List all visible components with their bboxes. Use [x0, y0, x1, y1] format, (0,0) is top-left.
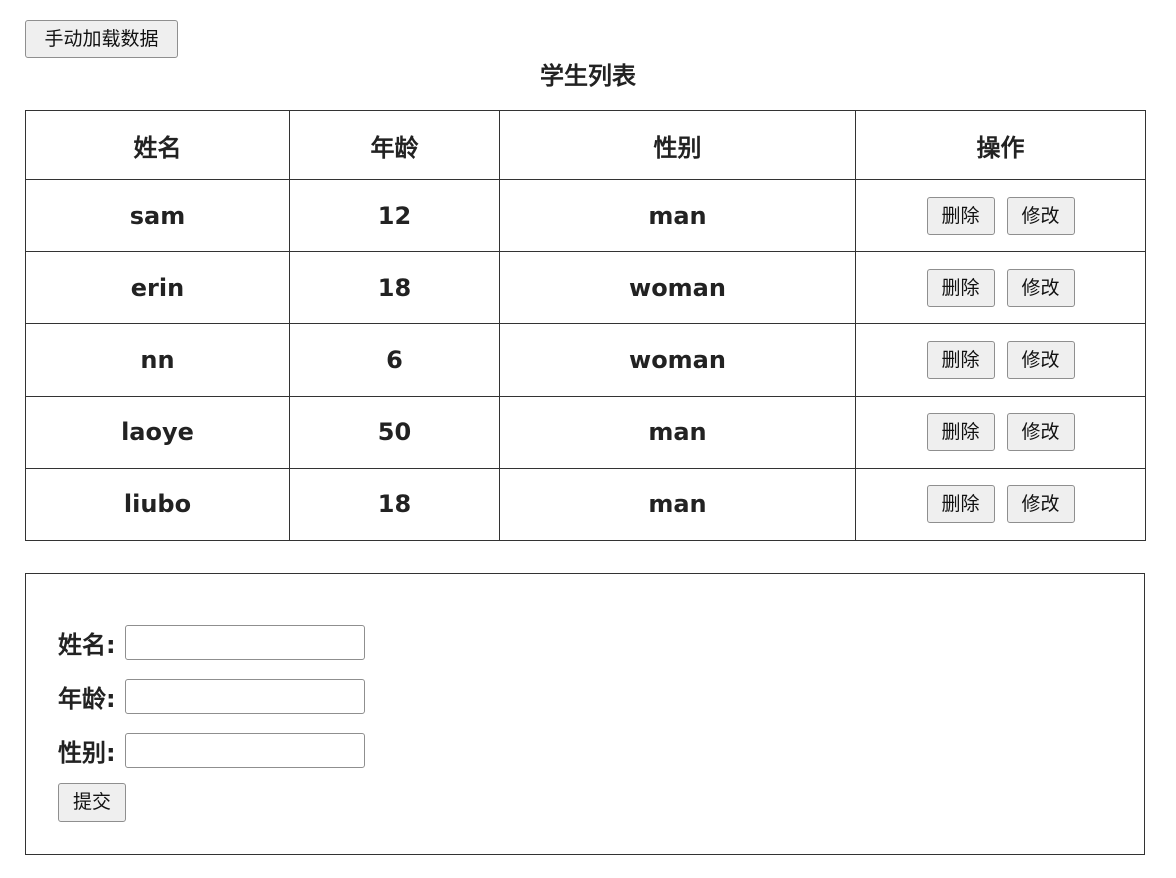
name-field-row: 姓名: [58, 624, 365, 660]
table-row: liubo 18 man 删除 修改 [25, 467, 1146, 542]
cell-gender: woman [499, 323, 856, 397]
name-input[interactable] [125, 624, 365, 660]
header-actions: 操作 [855, 110, 1146, 180]
cell-name: liubo [25, 467, 290, 542]
cell-actions: 删除 修改 [855, 395, 1146, 469]
age-input[interactable] [125, 678, 365, 714]
edit-button[interactable]: 修改 [1006, 340, 1075, 379]
cell-name: sam [25, 178, 290, 253]
table-row: nn 6 woman 删除 修改 [25, 323, 1146, 397]
cell-gender: man [499, 178, 856, 253]
edit-button[interactable]: 修改 [1006, 268, 1075, 307]
table-row: erin 18 woman 删除 修改 [25, 251, 1146, 325]
cell-gender: woman [499, 251, 856, 325]
delete-button[interactable]: 删除 [926, 340, 995, 379]
cell-gender: man [499, 395, 856, 469]
edit-button[interactable]: 修改 [1006, 413, 1075, 452]
student-table: 姓名 年龄 性别 操作 sam 12 man 删除 修改 erin 18 woma… [25, 110, 1146, 542]
edit-button[interactable]: 修改 [1006, 485, 1075, 524]
table-row: laoye 50 man 删除 修改 [25, 395, 1146, 469]
age-label: 年龄: [58, 684, 116, 713]
header-name: 姓名 [25, 110, 290, 180]
cell-gender: man [499, 467, 856, 542]
cell-name: laoye [25, 395, 290, 469]
cell-actions: 删除 修改 [855, 323, 1146, 397]
header-gender: 性别 [499, 110, 856, 180]
cell-age: 18 [289, 467, 500, 542]
delete-button[interactable]: 删除 [926, 485, 995, 524]
student-form: 姓名: 年龄: 性别: 提交 [25, 573, 1145, 855]
cell-actions: 删除 修改 [855, 178, 1146, 253]
cell-actions: 删除 修改 [855, 251, 1146, 325]
table-row: sam 12 man 删除 修改 [25, 178, 1146, 253]
cell-age: 12 [289, 178, 500, 253]
cell-name: erin [25, 251, 290, 325]
table-header-row: 姓名 年龄 性别 操作 [25, 110, 1146, 180]
gender-field-row: 性别: [58, 732, 365, 768]
delete-button[interactable]: 删除 [926, 196, 995, 235]
cell-age: 18 [289, 251, 500, 325]
age-field-row: 年龄: [58, 678, 365, 714]
edit-button[interactable]: 修改 [1006, 196, 1075, 235]
gender-input[interactable] [125, 732, 365, 768]
cell-age: 6 [289, 323, 500, 397]
name-label: 姓名: [58, 630, 116, 659]
delete-button[interactable]: 删除 [926, 413, 995, 452]
cell-name: nn [25, 323, 290, 397]
header-age: 年龄 [289, 110, 500, 180]
submit-button[interactable]: 提交 [58, 783, 126, 822]
page-title: 学生列表 [540, 62, 636, 90]
delete-button[interactable]: 删除 [926, 268, 995, 307]
cell-age: 50 [289, 395, 500, 469]
gender-label: 性别: [58, 738, 116, 767]
load-data-button[interactable]: 手动加载数据 [25, 20, 178, 58]
cell-actions: 删除 修改 [855, 467, 1146, 542]
